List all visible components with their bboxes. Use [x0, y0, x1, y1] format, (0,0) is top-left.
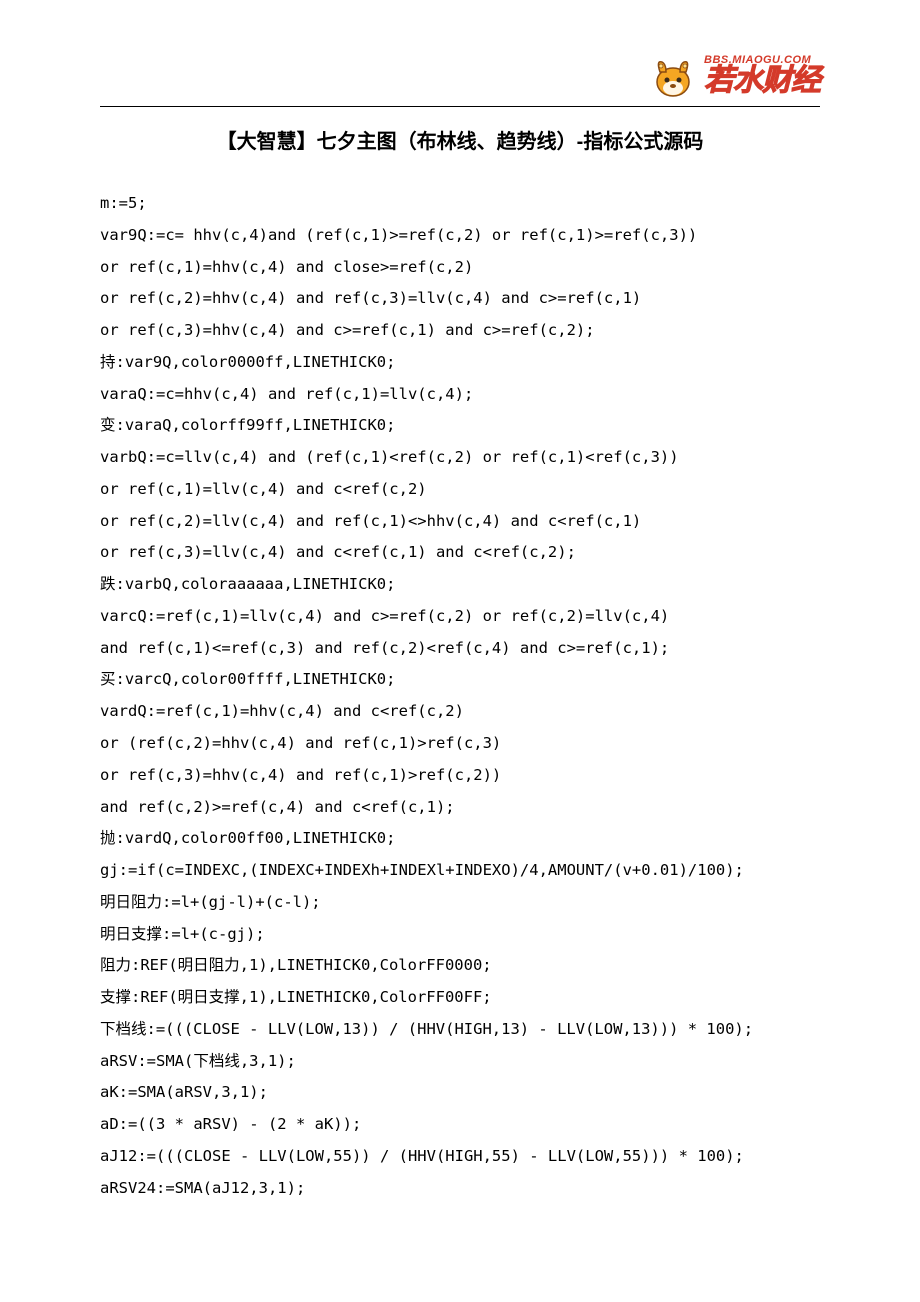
header-divider — [100, 106, 820, 107]
page-header: BBS.MIAOGU.COM 若水财经 — [100, 50, 820, 100]
code-content: m:=5; var9Q:=c= hhv(c,4)and (ref(c,1)>=r… — [100, 188, 820, 1205]
logo-name: 若水财经 — [704, 66, 820, 96]
logo-text-block: BBS.MIAOGU.COM 若水财经 — [704, 54, 820, 96]
mascot-icon — [648, 50, 698, 100]
site-logo: BBS.MIAOGU.COM 若水财经 — [648, 50, 820, 100]
document-title: 【大智慧】七夕主图（布林线、趋势线）-指标公式源码 — [100, 125, 820, 154]
document-page: BBS.MIAOGU.COM 若水财经 【大智慧】七夕主图（布林线、趋势线）-指… — [0, 0, 920, 1285]
